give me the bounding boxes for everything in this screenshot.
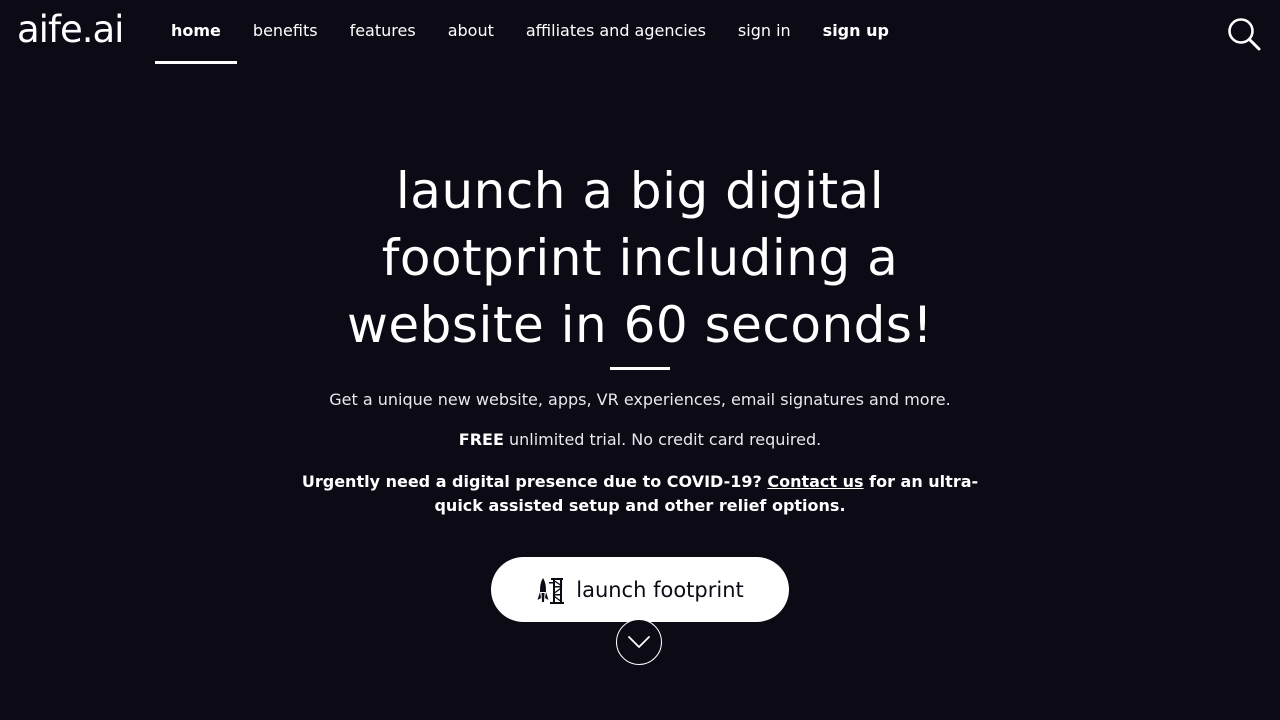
chevron-down-icon [627,635,651,649]
nav-item-benefits[interactable]: benefits [237,0,334,64]
rocket-launch-icon [536,576,565,604]
nav-item-home[interactable]: home [155,0,237,64]
covid-note: Urgently need a digital presence due to … [290,470,990,518]
contact-us-link[interactable]: Contact us [767,472,863,491]
nav-item-sign-up[interactable]: sign up [807,0,905,64]
search-icon[interactable] [1226,16,1262,52]
launch-footprint-button[interactable]: launch footprint [491,557,789,622]
hero-subtitle: Get a unique new website, apps, VR exper… [329,390,951,409]
hero-title-line-2: footprint including a [381,229,899,287]
page: aife.ai home benefits features about aff… [0,0,1280,720]
hero-title: launch a big digital footprint including… [290,158,990,359]
title-divider [610,367,670,370]
launch-footprint-label: launch footprint [576,577,744,602]
main-nav: home benefits features about affiliates … [155,0,905,64]
trial-free-label: FREE [458,430,504,449]
nav-item-affiliates[interactable]: affiliates and agencies [510,0,722,64]
hero-title-line-1: launch a big digital [395,162,885,220]
nav-item-about[interactable]: about [432,0,510,64]
scroll-down-button[interactable] [616,619,662,665]
nav-item-sign-in[interactable]: sign in [722,0,807,64]
nav-item-features[interactable]: features [334,0,432,64]
hero-title-line-3: website in 60 seconds! [347,296,933,354]
trial-note: FREE unlimited trial. No credit card req… [240,430,1040,449]
logo[interactable]: aife.ai [17,6,124,54]
trial-note-text: unlimited trial. No credit card required… [503,430,822,449]
covid-note-prefix: Urgently need a digital presence due to … [301,472,768,491]
